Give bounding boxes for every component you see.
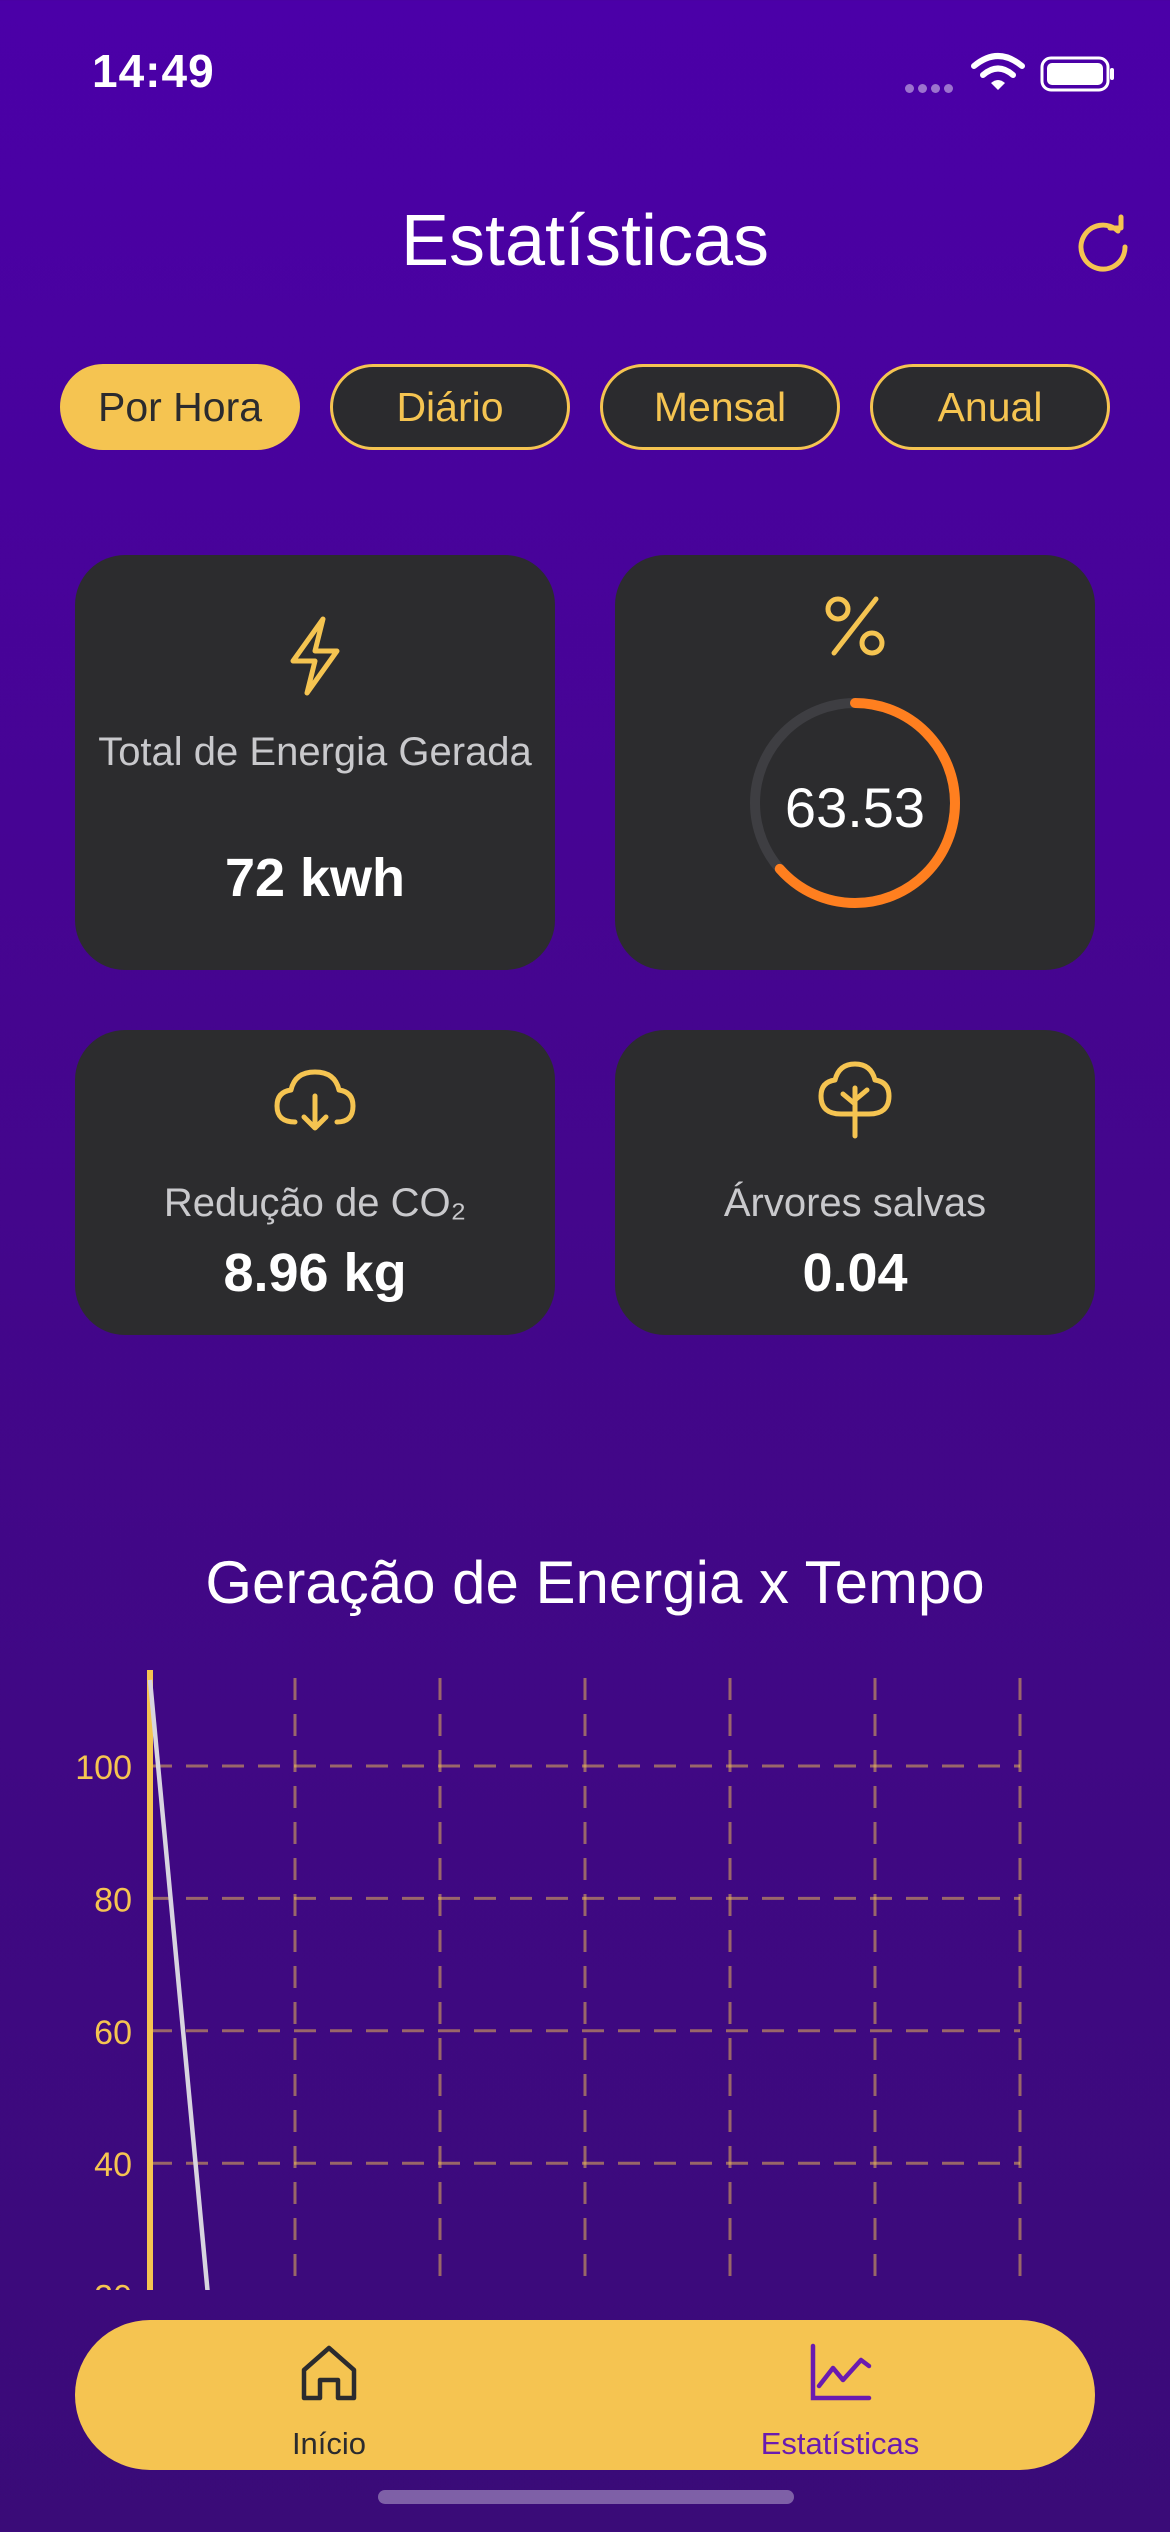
tab-bar: Início Estatísticas (75, 2320, 1095, 2470)
segment-anual[interactable]: Anual (870, 364, 1110, 450)
lightning-icon (290, 616, 340, 696)
chart-line-icon (810, 2343, 872, 2401)
total-energy-label: Total de Energia Gerada (98, 730, 532, 774)
status-bar: 14:49 (0, 0, 1170, 150)
page-title: Estatísticas (400, 201, 770, 281)
home-indicator (378, 2490, 794, 2504)
home-icon (301, 2345, 357, 2401)
efficiency-card: 63.53 (615, 555, 1095, 970)
tab-estatisticas-label: Estatísticas (760, 2426, 920, 2461)
battery-icon (1040, 56, 1114, 92)
segment-mensal[interactable]: Mensal (600, 364, 840, 450)
y-tick-label: 60 (94, 2014, 132, 2052)
signal-dots-icon (905, 80, 957, 98)
tab-estatisticas[interactable]: Estatísticas (690, 2320, 990, 2470)
segment-por-hora[interactable]: Por Hora (60, 364, 300, 450)
chart-title: Geração de Energia x Tempo (205, 1549, 985, 1616)
efficiency-value: 63.53 (784, 776, 926, 839)
wifi-icon (971, 53, 1025, 90)
y-tick-label: 100 (75, 1749, 132, 1787)
refresh-icon[interactable] (1070, 212, 1140, 282)
tab-inicio[interactable]: Início (179, 2320, 479, 2470)
period-selector: Por Hora Diário Mensal Anual (60, 364, 1110, 450)
trees-saved-value: 0.04 (802, 1243, 908, 1303)
tab-inicio-label: Início (291, 2426, 367, 2461)
percent-icon (825, 596, 885, 656)
co2-reduction-card: Redução de CO₂ 8.96 kg (75, 1030, 555, 1335)
segment-diario[interactable]: Diário (330, 364, 570, 450)
cloud-download-icon (274, 1069, 356, 1131)
total-energy-value: 72 kwh (224, 848, 406, 908)
series-line (147, 1679, 210, 2290)
y-tick-label: 20 (94, 2279, 132, 2290)
co2-reduction-label: Redução de CO₂ (163, 1181, 467, 1225)
co2-reduction-value: 8.96 kg (223, 1243, 407, 1303)
trees-saved-label: Árvores salvas (723, 1181, 987, 1225)
status-time: 14:49 (92, 45, 215, 97)
trees-saved-card: Árvores salvas 0.04 (615, 1030, 1095, 1335)
tree-icon (818, 1061, 892, 1139)
energy-time-chart: 100 80 60 40 20 (75, 1670, 1022, 2290)
y-tick-label: 40 (94, 2146, 132, 2184)
total-energy-card: Total de Energia Gerada 72 kwh (75, 555, 555, 970)
y-tick-label: 80 (94, 1881, 132, 1919)
